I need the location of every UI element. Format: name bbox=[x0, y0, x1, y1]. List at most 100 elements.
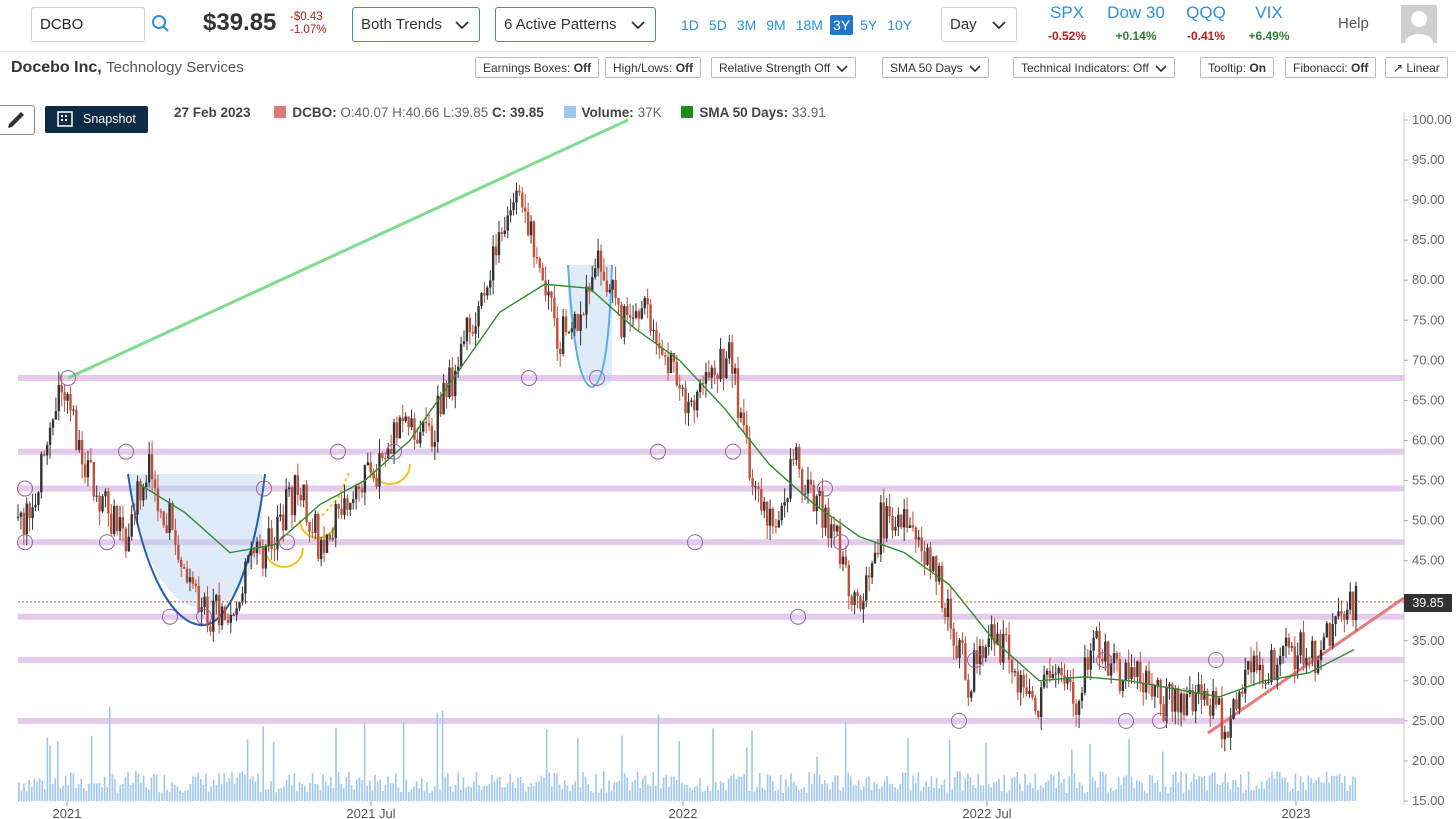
trend-dropdown[interactable]: Both Trends bbox=[352, 7, 480, 42]
technical-indicators-dropdown[interactable]: Technical Indicators: Off bbox=[1013, 57, 1175, 78]
fibonacci-toggle[interactable]: Fibonacci: Off bbox=[1285, 57, 1377, 78]
volume-bar bbox=[1193, 773, 1195, 801]
volume-bar bbox=[358, 777, 361, 801]
candle-body bbox=[661, 348, 664, 356]
range-selector: 1D 5D 3M 9M 18M 3Y 5Y 10Y bbox=[678, 15, 919, 35]
candle-body bbox=[620, 304, 623, 338]
tooltip-toggle[interactable]: Tooltip: On bbox=[1200, 57, 1275, 78]
volume-bar bbox=[473, 781, 475, 801]
volume-bar bbox=[694, 786, 696, 801]
snapshot-button[interactable]: Snapshot bbox=[45, 106, 148, 133]
candle-body bbox=[174, 530, 177, 545]
y-tick-label: 15.00 bbox=[1412, 793, 1445, 808]
volume-bar bbox=[985, 742, 987, 801]
volume-bar bbox=[1211, 773, 1213, 801]
volume-bar bbox=[1094, 781, 1096, 801]
candle-body bbox=[1031, 690, 1034, 698]
volume-bar bbox=[590, 790, 592, 801]
candle-body bbox=[1255, 655, 1259, 671]
candle-body bbox=[150, 454, 154, 480]
candle-body bbox=[859, 595, 862, 610]
volume-bar bbox=[1302, 782, 1304, 801]
candle-body bbox=[567, 331, 571, 333]
index-vix[interactable]: VIX +6.49% bbox=[1243, 3, 1295, 43]
candle-body bbox=[1101, 658, 1104, 662]
draw-tool-button[interactable] bbox=[0, 105, 35, 135]
volume-bar bbox=[512, 782, 514, 801]
candle-body bbox=[299, 494, 302, 501]
sma-dropdown[interactable]: SMA 50 Days bbox=[882, 57, 989, 78]
volume-bar bbox=[241, 771, 244, 801]
range-1d[interactable]: 1D bbox=[678, 15, 702, 35]
volume-bar bbox=[522, 783, 524, 801]
volume-bar bbox=[491, 775, 493, 801]
volume-bar bbox=[1089, 743, 1091, 801]
range-10y[interactable]: 10Y bbox=[884, 15, 915, 35]
help-link[interactable]: Help bbox=[1338, 15, 1369, 32]
index-dow30[interactable]: Dow 30 +0.14% bbox=[1104, 3, 1168, 43]
candle-body bbox=[31, 507, 34, 519]
chevron-down-icon bbox=[992, 21, 1006, 30]
candle-body bbox=[725, 358, 728, 379]
price-chart[interactable]: 100.00 95.00 90.00 85.00 80.00 75.00 70.00 65.0… bbox=[0, 0, 1456, 819]
candle-body bbox=[22, 512, 26, 535]
range-5y[interactable]: 5Y bbox=[857, 15, 880, 35]
volume-bar bbox=[428, 792, 431, 801]
candle-body bbox=[655, 329, 658, 344]
candle-body bbox=[430, 425, 434, 447]
candle-body bbox=[1284, 637, 1288, 647]
candle-body bbox=[57, 384, 61, 412]
range-9m[interactable]: 9M bbox=[763, 15, 788, 35]
volume-bar bbox=[899, 783, 901, 801]
scale-toggle[interactable]: ↗ Linear bbox=[1385, 57, 1448, 78]
highlows-toggle[interactable]: High/Lows: Off bbox=[605, 57, 702, 78]
arrow-up-right-icon: ↗ bbox=[1393, 61, 1404, 75]
interval-dropdown[interactable]: Day bbox=[941, 7, 1017, 42]
legend-swatch bbox=[681, 106, 694, 118]
pencil-icon bbox=[8, 112, 24, 128]
candle-body bbox=[1109, 663, 1113, 676]
candle-body bbox=[553, 297, 556, 319]
candle-body bbox=[722, 348, 725, 379]
candle-body bbox=[596, 250, 600, 269]
volume-bar bbox=[77, 784, 80, 801]
range-3m[interactable]: 3M bbox=[734, 15, 759, 35]
candle-body bbox=[258, 541, 262, 547]
volume-bar bbox=[603, 771, 605, 801]
candle-body bbox=[401, 417, 404, 422]
candle-body bbox=[521, 192, 524, 208]
candle-body bbox=[314, 513, 317, 533]
volume-bar bbox=[1081, 785, 1083, 801]
volume-bar bbox=[101, 787, 103, 801]
y-tick-label: 20.00 bbox=[1412, 753, 1445, 768]
volume-bar bbox=[1154, 782, 1156, 801]
candle-body bbox=[1176, 688, 1180, 713]
index-qqq[interactable]: QQQ -0.41% bbox=[1180, 3, 1232, 43]
index-spx[interactable]: SPX -0.52% bbox=[1041, 3, 1093, 43]
search-icon[interactable] bbox=[150, 13, 172, 35]
candle-body bbox=[206, 596, 209, 627]
candle-body bbox=[833, 524, 836, 532]
candle-body bbox=[1118, 659, 1122, 692]
volume-bar bbox=[231, 771, 233, 801]
candle-body bbox=[416, 439, 419, 444]
volume-bar bbox=[28, 780, 30, 801]
range-3y[interactable]: 3Y bbox=[829, 15, 854, 35]
symbol-search-input[interactable] bbox=[31, 7, 145, 42]
candle-body bbox=[104, 491, 107, 497]
earnings-boxes-toggle[interactable]: Earnings Boxes: Off bbox=[475, 57, 600, 78]
snapshot-icon bbox=[57, 111, 73, 127]
range-18m[interactable]: 18M bbox=[793, 15, 826, 35]
pattern-dropdown[interactable]: 6 Active Patterns bbox=[495, 7, 656, 42]
volume-bar bbox=[753, 791, 756, 801]
volume-bar bbox=[1294, 773, 1297, 801]
candle-body bbox=[850, 596, 853, 605]
avatar[interactable] bbox=[1401, 5, 1437, 43]
candle-body bbox=[558, 348, 562, 354]
volume-bar bbox=[345, 777, 348, 801]
range-5d[interactable]: 5D bbox=[706, 15, 730, 35]
relative-strength-dropdown[interactable]: Relative Strength Off bbox=[711, 57, 857, 78]
candle-body bbox=[809, 479, 813, 485]
volume-bar bbox=[517, 777, 519, 801]
volume-bar bbox=[824, 780, 826, 801]
